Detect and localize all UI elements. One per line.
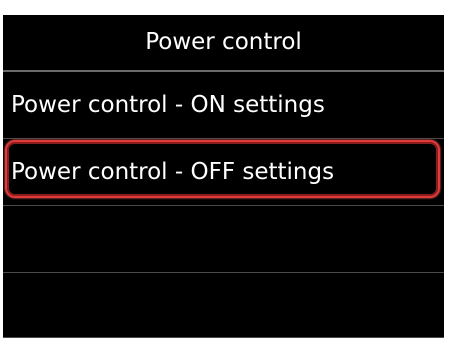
menu-item-empty bbox=[3, 273, 444, 339]
menu-panel: Power control Power control - ON setting… bbox=[3, 15, 444, 338]
selection-highlight bbox=[5, 140, 440, 198]
printer-lcd-screen: Power control Power control - ON setting… bbox=[0, 0, 450, 338]
menu-item-on-settings[interactable]: Power control - ON settings bbox=[3, 72, 444, 138]
screen-title: Power control bbox=[145, 29, 302, 55]
menu-item-empty bbox=[3, 206, 444, 272]
